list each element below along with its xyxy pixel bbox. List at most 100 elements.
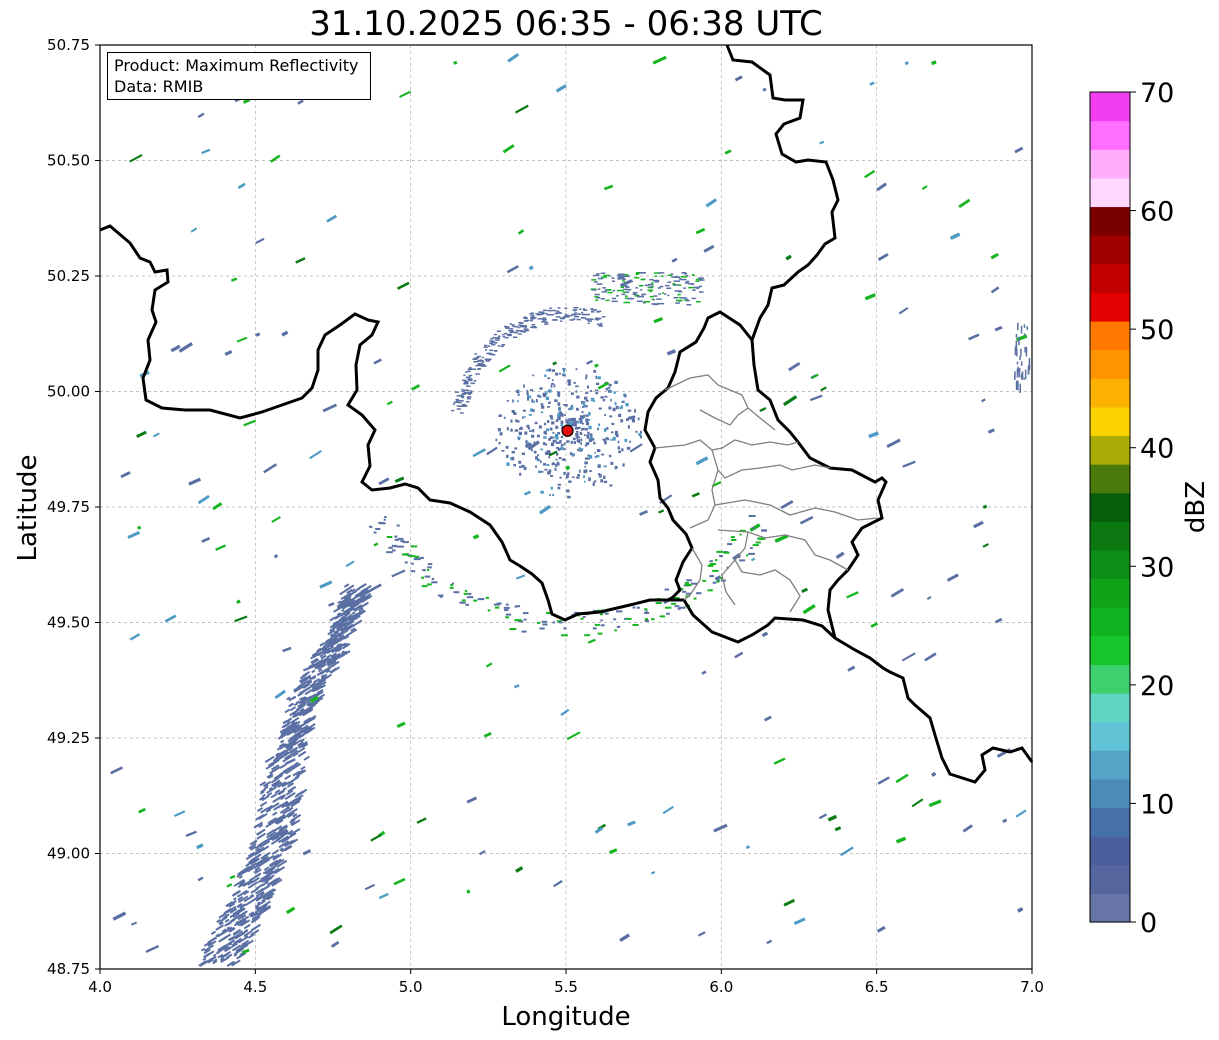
colorbar-segment [1090, 320, 1130, 351]
echo-pixel [671, 276, 676, 278]
echo-pixel [509, 323, 513, 325]
echo-pixel [550, 442, 555, 446]
echo-pixel [521, 464, 525, 468]
echo-pixel [595, 392, 599, 395]
echo-pixel [667, 294, 670, 297]
echo-pixel [658, 509, 665, 514]
echo-pixel [657, 287, 661, 289]
echo-pixel [876, 925, 886, 933]
echo-pixel [512, 399, 514, 403]
echo-pixel [497, 428, 501, 432]
echo-pixel [644, 612, 650, 614]
echo-pixel [931, 771, 937, 777]
y-tick-label: 49.50 [47, 614, 90, 632]
echo-pixel [604, 612, 609, 615]
echo-pixel [1024, 346, 1026, 353]
y-tick-label: 48.75 [47, 960, 90, 978]
echo-pixel [279, 763, 287, 769]
echo-pixel [472, 534, 480, 540]
echo-pixel [464, 589, 468, 592]
echo-pixel [547, 406, 550, 408]
echo-pixel [548, 438, 552, 441]
echo-pixel [477, 368, 481, 370]
echo-pixel [926, 595, 932, 601]
echo-pixel [610, 398, 612, 402]
echo-pixel [273, 554, 279, 559]
echo-pixel [563, 414, 566, 417]
echo-pixel [615, 434, 619, 438]
echo-pixel [712, 581, 717, 584]
echo-pixel [799, 515, 814, 525]
echo-pixel [426, 583, 432, 586]
echo-pixel [1020, 325, 1023, 334]
echo-pixel [505, 327, 510, 329]
echo-pixel [666, 287, 672, 289]
echo-pixel [664, 284, 670, 287]
echo-pixel [558, 406, 561, 410]
echo-pixel [569, 319, 574, 321]
echo-pixel [614, 629, 617, 632]
echo-pixel [557, 307, 561, 309]
echo-pixel [408, 555, 416, 558]
colorbar-label: dBZ [1181, 481, 1211, 533]
echo-pixel [490, 341, 496, 343]
region-border [654, 439, 799, 451]
echo-pixel [648, 283, 654, 286]
echo-pixel [402, 541, 409, 544]
echo-pixel [662, 805, 674, 815]
echo-pixel [921, 185, 928, 191]
echo-pixel [626, 446, 631, 450]
echo-pixel [541, 405, 545, 409]
echo-pixel [458, 399, 464, 402]
echo-pixel [484, 344, 487, 347]
echo-pixel [538, 504, 552, 515]
colorbar-segment [1090, 521, 1130, 551]
echo-pixel [584, 465, 587, 468]
colorbar-segment [1090, 149, 1130, 179]
echo-pixel [652, 55, 667, 65]
echo-pixel [201, 536, 211, 543]
echo-pixel [680, 297, 685, 299]
echo-pixel [475, 373, 480, 375]
echo-pixel [928, 799, 942, 808]
y-tick-label: 50.50 [47, 152, 90, 170]
radar-site-layer [561, 424, 574, 437]
echo-pixel [576, 407, 579, 411]
echo-pixel [655, 602, 662, 605]
echo-pixel [523, 320, 528, 322]
echo-pixel [605, 299, 610, 302]
echo-pixel [698, 277, 704, 279]
echo-pixel [464, 380, 469, 383]
echo-pixel [544, 451, 549, 455]
echo-pixel [585, 392, 589, 394]
echo-pixel [560, 320, 563, 322]
echo-pixel [576, 436, 578, 440]
x-tick-label: 6.0 [709, 978, 733, 996]
echo-pixel [1016, 361, 1019, 365]
echo-pixel [693, 286, 700, 289]
echo-pixel [544, 374, 547, 377]
region-border [714, 499, 879, 521]
echo-pixel [612, 280, 615, 282]
echo-pixel [632, 624, 639, 626]
echo-pixel [188, 477, 202, 486]
echo-pixel [602, 438, 606, 441]
echo-pixel [924, 652, 937, 662]
echo-pixel [613, 438, 616, 441]
echo-pixel [588, 425, 592, 430]
echo-pixel [526, 392, 529, 396]
x-tick-label: 4.5 [243, 978, 267, 996]
echo-pixel [542, 623, 548, 626]
radar-site-marker[interactable] [561, 424, 574, 437]
echo-pixel [549, 415, 552, 418]
echo-pixel [537, 470, 541, 474]
echo-pixel [566, 731, 581, 741]
echo-pixel [170, 344, 181, 353]
echo-pixel [809, 394, 823, 402]
echo-pixel [546, 428, 549, 432]
echo-pixel [573, 309, 577, 312]
echo-pixel [138, 807, 146, 814]
echo-pixel [596, 283, 603, 285]
echo-pixel [886, 438, 901, 448]
echo-pixel [185, 830, 197, 837]
